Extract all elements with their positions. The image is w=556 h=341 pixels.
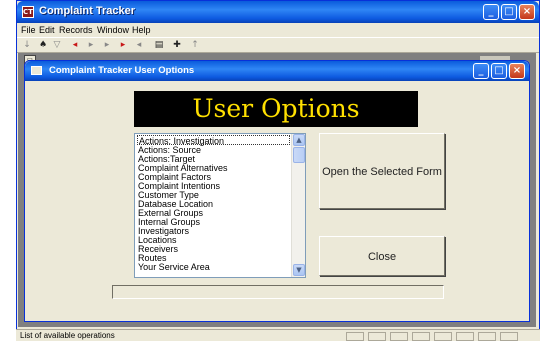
status-panel	[434, 332, 452, 341]
user-options-heading: User Options	[134, 91, 418, 127]
form-status-field	[112, 285, 444, 299]
status-text: List of available operations	[20, 331, 115, 340]
status-panel	[346, 332, 364, 341]
form-icon	[31, 66, 42, 75]
app-titlebar[interactable]: CT Complaint Tracker _ □ ×	[17, 1, 539, 23]
first-record-icon[interactable]: ◂	[69, 40, 81, 51]
find-icon[interactable]: ♠	[37, 40, 49, 51]
close-button[interactable]: Close	[319, 236, 445, 276]
child-minimize-icon[interactable]: _	[473, 63, 489, 79]
minimize-icon[interactable]: _	[483, 4, 499, 20]
child-titlebar[interactable]: Complaint Tracker User Options _ □ ×	[25, 61, 529, 81]
status-panel	[500, 332, 518, 341]
operations-listbox[interactable]: Actions: Investigation Actions: Source A…	[134, 133, 306, 278]
child-title: Complaint Tracker User Options	[49, 65, 195, 76]
scroll-up-icon[interactable]: ▲	[293, 134, 305, 146]
status-panel	[412, 332, 430, 341]
app-title: Complaint Tracker	[39, 5, 135, 17]
list-item[interactable]: Your Service Area	[138, 262, 210, 272]
scroll-down-icon[interactable]: ▼	[293, 264, 305, 276]
sort-descending-icon[interactable]: ↑	[189, 40, 201, 51]
menu-records[interactable]: Records	[59, 25, 93, 35]
status-bar: List of available operations	[16, 329, 540, 341]
new-record-icon[interactable]: ▸	[85, 40, 97, 51]
close-icon[interactable]: ×	[519, 4, 535, 20]
list-item[interactable]: Actions: Investigation	[137, 135, 290, 146]
menu-file[interactable]: File	[21, 25, 36, 35]
status-panel	[390, 332, 408, 341]
scroll-thumb[interactable]	[293, 147, 305, 163]
child-maximize-icon[interactable]: □	[491, 63, 507, 79]
maximize-icon[interactable]: □	[501, 4, 517, 20]
last-record-icon[interactable]: ▸	[117, 40, 129, 51]
menu-bar: File Edit Records Window Help	[17, 23, 539, 37]
open-selected-form-button[interactable]: Open the Selected Form	[319, 133, 445, 209]
design-view-icon[interactable]: ▤	[153, 40, 165, 51]
sort-ascending-icon[interactable]: ↓	[21, 40, 33, 51]
filter-icon[interactable]: ▽	[51, 40, 63, 51]
app-icon: CT	[22, 6, 34, 18]
child-close-icon[interactable]: ×	[509, 63, 525, 79]
toolbar: ↓ ♠ ▽ ◂ ▸ ▸ ▸ ◂ ▤ ✚ ↑	[17, 37, 539, 53]
status-panel	[368, 332, 386, 341]
new-record-plus-icon[interactable]: ✚	[171, 40, 183, 51]
listbox-scrollbar[interactable]: ▲ ▼	[291, 134, 305, 277]
previous-record-icon[interactable]: ◂	[133, 40, 145, 51]
status-panel	[478, 332, 496, 341]
menu-window[interactable]: Window	[97, 25, 129, 35]
menu-edit[interactable]: Edit	[39, 25, 55, 35]
next-record-icon[interactable]: ▸	[101, 40, 113, 51]
status-panel	[456, 332, 474, 341]
menu-help[interactable]: Help	[132, 25, 151, 35]
